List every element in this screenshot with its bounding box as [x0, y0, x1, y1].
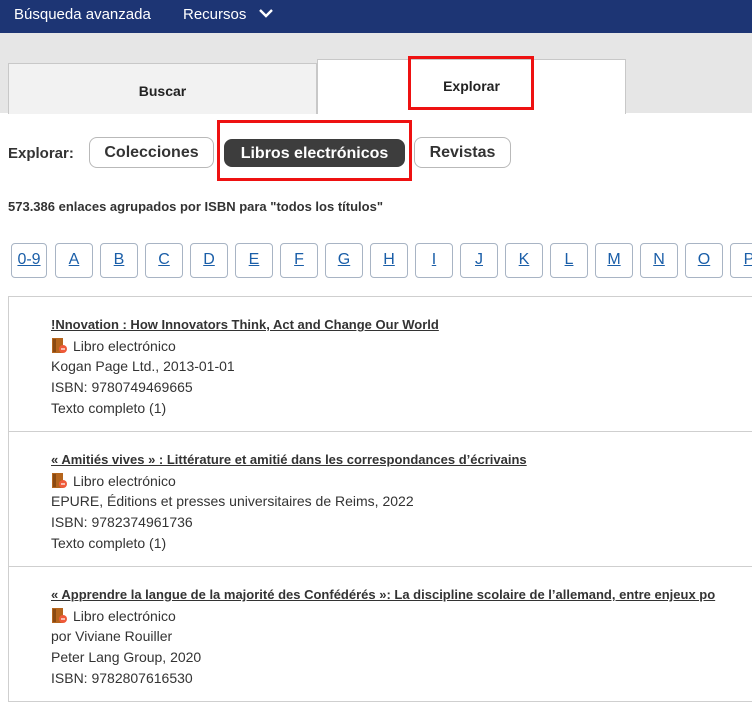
- ebook-icon: [52, 338, 67, 353]
- result-isbn: ISBN: 9782374961736: [51, 514, 193, 530]
- top-navigation: Búsqueda avanzada Recursos: [0, 0, 752, 33]
- letter-link-l[interactable]: L: [550, 243, 588, 278]
- result-fulltext[interactable]: Texto completo (1): [51, 535, 166, 551]
- resources-menu[interactable]: Recursos: [183, 6, 246, 23]
- letter-link-i[interactable]: I: [415, 243, 453, 278]
- tab-search[interactable]: Buscar: [8, 63, 317, 114]
- result-isbn: ISBN: 9780749469665: [51, 379, 193, 395]
- result-type: Libro electrónico: [51, 472, 176, 489]
- letter-index: 0-9 A B C D E F G H I J K L M N O P: [11, 243, 752, 279]
- result-publisher: Peter Lang Group, 2020: [51, 649, 202, 665]
- letter-link-m[interactable]: M: [595, 243, 633, 278]
- browse-label: Explorar:: [8, 145, 74, 162]
- letter-link-0-9[interactable]: 0-9: [11, 243, 47, 278]
- letter-link-g[interactable]: G: [325, 243, 363, 278]
- results-list: !Nnovation : How Innovators Think, Act a…: [8, 296, 752, 702]
- result-type-label: Libro electrónico: [73, 473, 176, 489]
- result-title-link[interactable]: !Nnovation : How Innovators Think, Act a…: [51, 317, 439, 332]
- result-publisher: EPURE, Éditions et presses universitaire…: [51, 493, 414, 509]
- letter-link-k[interactable]: K: [505, 243, 543, 278]
- result-type-label: Libro electrónico: [73, 338, 176, 354]
- result-fulltext[interactable]: Texto completo (1): [51, 400, 166, 416]
- letter-link-j[interactable]: J: [460, 243, 498, 278]
- collections-button[interactable]: Colecciones: [89, 137, 214, 168]
- result-type-label: Libro electrónico: [73, 608, 176, 624]
- ebook-icon: [52, 473, 67, 488]
- result-item: !Nnovation : How Innovators Think, Act a…: [9, 297, 752, 432]
- result-title-link[interactable]: « Apprendre la langue de la majorité des…: [51, 587, 715, 602]
- result-publisher: Kogan Page Ltd., 2013-01-01: [51, 358, 235, 374]
- letter-link-n[interactable]: N: [640, 243, 678, 278]
- letter-link-p[interactable]: P: [730, 243, 752, 278]
- result-author: por Viviane Rouiller: [51, 628, 173, 644]
- letter-link-b[interactable]: B: [100, 243, 138, 278]
- result-isbn: ISBN: 9782807616530: [51, 670, 193, 686]
- letter-link-f[interactable]: F: [280, 243, 318, 278]
- result-type: Libro electrónico: [51, 337, 176, 354]
- letter-link-a[interactable]: A: [55, 243, 93, 278]
- highlight-ebooks-button: [217, 120, 412, 181]
- tab-search-label: Buscar: [138, 83, 187, 99]
- journals-button[interactable]: Revistas: [414, 137, 511, 168]
- result-item: « Amitiés vives » : Littérature et amiti…: [9, 432, 752, 567]
- letter-link-e[interactable]: E: [235, 243, 273, 278]
- letter-link-h[interactable]: H: [370, 243, 408, 278]
- ebook-icon: [52, 608, 67, 623]
- highlight-browse-tab: [408, 56, 534, 110]
- letter-link-d[interactable]: D: [190, 243, 228, 278]
- result-type: Libro electrónico: [51, 607, 176, 624]
- advanced-search-link[interactable]: Búsqueda avanzada: [14, 6, 151, 23]
- letter-link-o[interactable]: O: [685, 243, 723, 278]
- chevron-down-icon[interactable]: [257, 7, 275, 21]
- result-item: « Apprendre la langue de la majorité des…: [9, 567, 752, 702]
- result-title-link[interactable]: « Amitiés vives » : Littérature et amiti…: [51, 452, 527, 467]
- letter-link-c[interactable]: C: [145, 243, 183, 278]
- result-count: 573.386 enlaces agrupados por ISBN para …: [8, 199, 383, 214]
